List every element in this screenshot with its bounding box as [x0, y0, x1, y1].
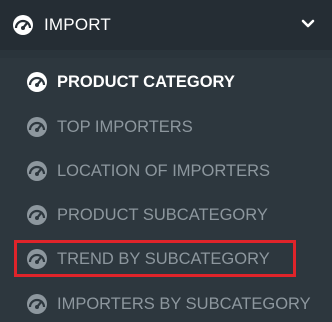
dashboard-gauge-icon: [26, 71, 48, 93]
submenu-item-label: IMPORTERS BY SUBCATEGORY: [57, 294, 311, 313]
dashboard-gauge-icon: [12, 14, 34, 36]
dashboard-gauge-icon: [26, 293, 48, 315]
submenu-item-product-category[interactable]: PRODUCT CATEGORY: [0, 60, 332, 104]
submenu-item-trend-by-subcategory[interactable]: TREND BY SUBCATEGORY: [0, 237, 332, 281]
chevron-down-icon[interactable]: [300, 16, 316, 32]
sidebar-menu: IMPORT PRODUCT CATEGORY TOP IMPORTERS LO…: [0, 0, 332, 322]
submenu-item-importers-by-subcategory[interactable]: IMPORTERS BY SUBCATEGORY: [0, 282, 332, 322]
submenu-item-label: TREND BY SUBCATEGORY: [57, 249, 270, 268]
dashboard-gauge-icon: [26, 160, 48, 182]
submenu-item-top-importers[interactable]: TOP IMPORTERS: [0, 105, 332, 149]
menu-divider: [0, 50, 332, 58]
submenu-item-location-of-importers[interactable]: LOCATION OF IMPORTERS: [0, 149, 332, 193]
dashboard-gauge-icon: [26, 248, 48, 270]
import-menu-toggle[interactable]: IMPORT: [0, 0, 332, 50]
import-menu-label: IMPORT: [44, 15, 112, 34]
submenu-item-product-subcategory[interactable]: PRODUCT SUBCATEGORY: [0, 193, 332, 237]
submenu-item-label: TOP IMPORTERS: [57, 117, 193, 136]
submenu-item-label: LOCATION OF IMPORTERS: [57, 161, 270, 180]
dashboard-gauge-icon: [26, 204, 48, 226]
submenu-item-label: PRODUCT SUBCATEGORY: [57, 205, 268, 224]
submenu-item-label: PRODUCT CATEGORY: [57, 72, 235, 91]
dashboard-gauge-icon: [26, 116, 48, 138]
